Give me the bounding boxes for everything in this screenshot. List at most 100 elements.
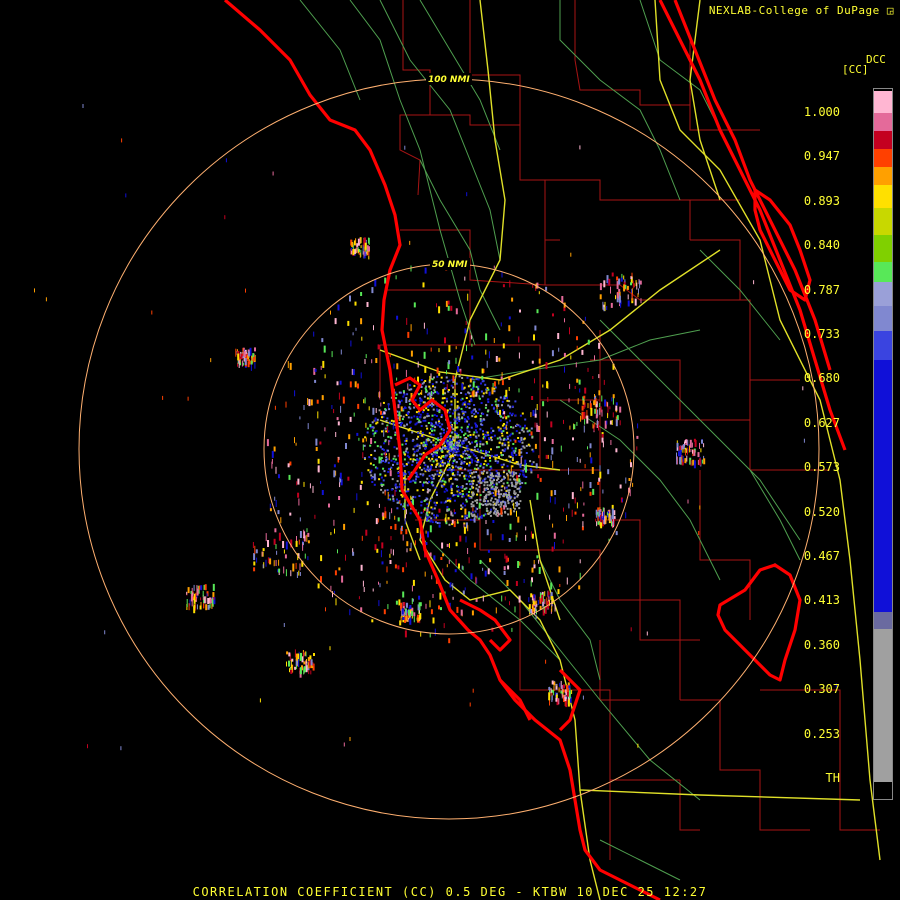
radar-return <box>431 418 434 421</box>
radar-return <box>519 561 521 566</box>
radar-return <box>187 396 189 401</box>
radar-return <box>487 409 490 412</box>
radar-return <box>475 506 477 513</box>
radar-return <box>430 506 433 509</box>
radar-return <box>627 300 630 307</box>
radar-return <box>416 528 419 533</box>
radar-return <box>463 418 466 421</box>
radar-return <box>395 275 397 280</box>
radar-return <box>498 436 501 439</box>
radar-return <box>478 450 481 453</box>
radar-return <box>469 384 472 387</box>
radar-return <box>428 489 431 491</box>
radar-return <box>369 424 372 428</box>
radar-return <box>414 481 417 484</box>
radar-return <box>437 437 440 440</box>
radar-return <box>400 399 403 402</box>
radar-return <box>416 458 419 460</box>
radar-return <box>518 475 520 477</box>
radar-return <box>288 660 290 667</box>
radar-return <box>504 448 507 451</box>
radar-return <box>379 583 381 588</box>
radar-return <box>488 351 490 359</box>
radar-return <box>518 336 520 343</box>
radar-return <box>462 495 465 498</box>
radar-return <box>582 521 584 528</box>
radar-return <box>472 381 475 388</box>
radar-return <box>489 477 492 480</box>
radar-return <box>511 471 513 476</box>
radar-return <box>431 512 434 515</box>
radar-return <box>206 593 208 597</box>
radar-return <box>422 444 425 447</box>
radar-return <box>394 515 396 520</box>
radar-return <box>594 394 595 397</box>
radar-return <box>376 418 379 421</box>
radar-return <box>389 553 391 558</box>
radar-return <box>554 542 555 549</box>
radar-return <box>466 425 469 428</box>
color-scale-segment <box>874 131 892 150</box>
radar-return <box>442 389 445 395</box>
radar-return <box>475 471 478 473</box>
radar-return <box>323 345 326 353</box>
radar-return <box>479 498 482 501</box>
radar-return <box>440 607 442 611</box>
radar-return <box>409 480 412 483</box>
radar-return <box>698 531 700 535</box>
radar-return <box>440 414 443 417</box>
radar-return <box>494 498 497 501</box>
radar-return <box>471 451 474 454</box>
radar-return <box>367 469 370 472</box>
radar-return <box>430 609 433 615</box>
radar-return <box>506 399 509 402</box>
radar-return <box>289 512 292 516</box>
radar-return <box>426 517 429 520</box>
radar-return <box>422 484 424 487</box>
radar-return <box>427 489 429 494</box>
radar-return <box>392 457 395 460</box>
radar-return <box>523 437 526 440</box>
radar-return <box>298 498 300 506</box>
radar-return <box>398 415 401 421</box>
radar-return <box>615 405 618 411</box>
radar-return <box>454 465 457 468</box>
radar-return <box>519 425 522 428</box>
radar-return <box>505 438 508 441</box>
radar-return <box>460 370 462 375</box>
radar-return <box>383 411 386 415</box>
radar-return <box>463 477 466 480</box>
radar-return <box>448 508 451 511</box>
radar-return <box>308 670 310 675</box>
radar-return <box>484 454 487 457</box>
radar-return <box>549 496 551 503</box>
radar-return <box>461 410 464 413</box>
radar-return <box>456 400 459 403</box>
radar-return <box>597 516 599 522</box>
radar-return <box>319 441 322 445</box>
radar-return <box>595 518 597 522</box>
radar-return <box>452 472 454 475</box>
radar-return <box>435 465 437 468</box>
radar-return <box>517 463 520 465</box>
radar-return <box>468 392 471 395</box>
radar-return <box>482 418 485 421</box>
radar-return <box>609 420 612 425</box>
radar-return <box>397 472 400 475</box>
radar-return <box>446 450 449 453</box>
radar-return <box>509 523 512 530</box>
radar-return <box>545 454 548 459</box>
radar-return <box>467 434 470 437</box>
radar-return <box>498 495 501 498</box>
radar-return <box>530 412 532 418</box>
radar-return <box>491 492 494 494</box>
radar-return <box>429 375 431 380</box>
radar-return <box>417 431 420 434</box>
radar-return <box>455 461 458 464</box>
radar-return <box>433 414 436 417</box>
radar-return <box>483 368 485 373</box>
radar-return <box>419 613 422 620</box>
radar-return <box>474 460 477 463</box>
radar-return <box>598 390 601 396</box>
radar-return <box>619 420 621 426</box>
